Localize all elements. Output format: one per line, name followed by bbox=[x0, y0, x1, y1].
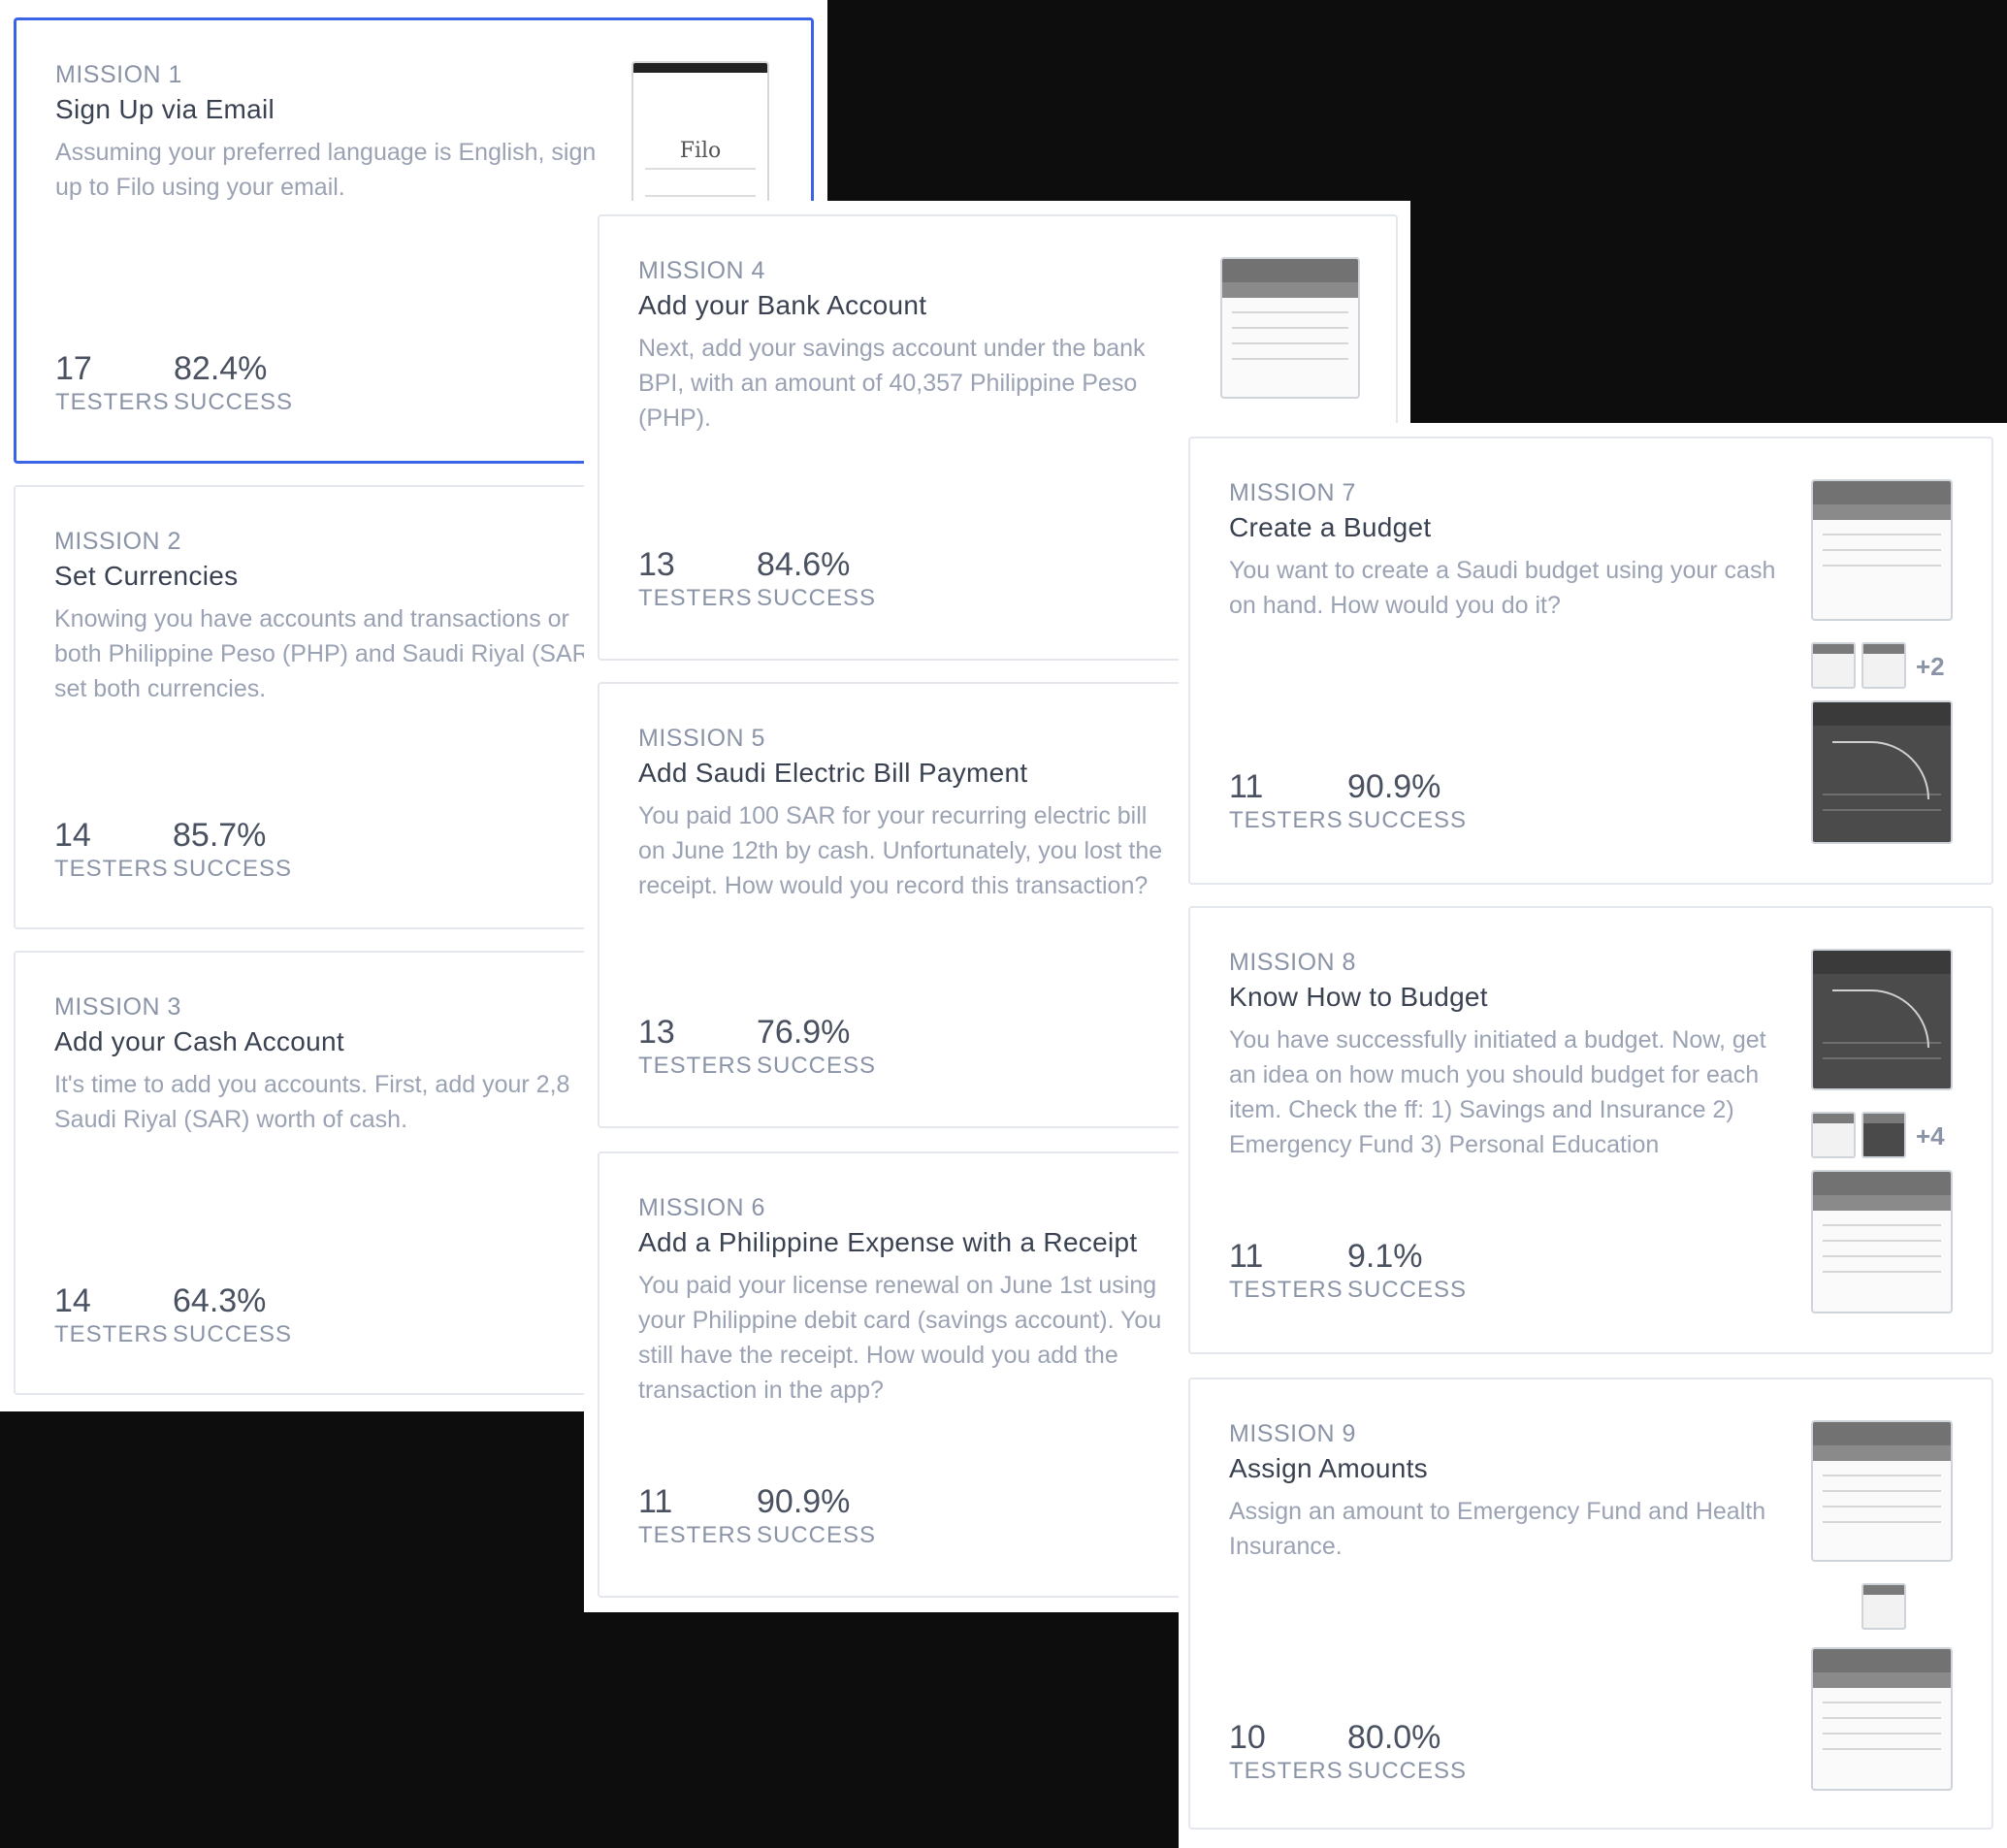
more-screens-count[interactable]: +4 bbox=[1916, 1121, 1945, 1151]
screen-thumbnail-small[interactable] bbox=[1861, 642, 1906, 689]
testers-label: TESTERS bbox=[55, 389, 170, 415]
success-label: SUCCESS bbox=[1347, 1758, 1468, 1784]
mission-label: MISSION 6 bbox=[638, 1194, 765, 1221]
success-rate: 90.9% bbox=[1347, 768, 1441, 805]
mission-description: You have successfully initiated a budget… bbox=[1229, 1026, 1766, 1158]
screen-thumbnail[interactable] bbox=[1811, 1170, 1953, 1313]
mission-label: MISSION 1 bbox=[55, 61, 182, 88]
success-rate: 64.3% bbox=[173, 1282, 267, 1319]
screen-thumbnail[interactable] bbox=[1811, 479, 1953, 621]
mission-title: Assign Amounts bbox=[1229, 1453, 1428, 1483]
mission-title: Add Saudi Electric Bill Payment bbox=[638, 758, 1028, 788]
testers-label: TESTERS bbox=[1229, 1277, 1343, 1303]
testers-count: 10 bbox=[1229, 1719, 1266, 1756]
mission-title: Add your Bank Account bbox=[638, 290, 927, 320]
testers-count: 11 bbox=[638, 1483, 673, 1520]
testers-label: TESTERS bbox=[1229, 1758, 1343, 1784]
mission-title: Add your Cash Account bbox=[54, 1026, 344, 1056]
mission-card-8[interactable]: MISSION 8 Know How to Budget You have su… bbox=[1188, 906, 1993, 1354]
testers-count: 13 bbox=[638, 546, 675, 583]
mission-description: Next, add your savings account under the… bbox=[638, 335, 1146, 432]
testers-count: 11 bbox=[1229, 768, 1264, 805]
screen-thumbnail[interactable] bbox=[1811, 1420, 1953, 1562]
mission-label: MISSION 3 bbox=[54, 993, 181, 1021]
success-label: SUCCESS bbox=[173, 1321, 293, 1347]
testers-label: TESTERS bbox=[638, 1522, 753, 1548]
mission-title: Sign Up via Email bbox=[55, 94, 275, 124]
mission-label: MISSION 5 bbox=[638, 725, 765, 752]
mission-panel-right: MISSION 7 Create a Budget You want to cr… bbox=[1179, 423, 2007, 1848]
success-rate: 80.0% bbox=[1347, 1719, 1441, 1756]
testers-label: TESTERS bbox=[54, 1321, 169, 1347]
screen-thumbnail[interactable]: Filo bbox=[631, 61, 769, 207]
mission-title: Create a Budget bbox=[1229, 512, 1432, 542]
success-label: SUCCESS bbox=[173, 856, 293, 882]
success-rate: 76.9% bbox=[757, 1014, 851, 1051]
app-logo-text: Filo bbox=[679, 139, 722, 163]
testers-count: 14 bbox=[54, 1282, 91, 1319]
success-rate: 85.7% bbox=[173, 817, 267, 854]
mission-label: MISSION 7 bbox=[1229, 479, 1356, 506]
screen-thumbnail-small[interactable] bbox=[1811, 1112, 1856, 1158]
testers-count: 11 bbox=[1229, 1238, 1264, 1275]
screen-thumbnail[interactable] bbox=[1811, 949, 1953, 1090]
success-label: SUCCESS bbox=[174, 389, 294, 415]
mission-label: MISSION 2 bbox=[54, 528, 181, 555]
screen-thumbnail[interactable] bbox=[1811, 700, 1953, 844]
success-label: SUCCESS bbox=[1347, 807, 1468, 833]
success-rate: 9.1% bbox=[1347, 1238, 1423, 1275]
testers-count: 13 bbox=[638, 1014, 675, 1051]
screen-thumbnail-small[interactable] bbox=[1811, 642, 1856, 689]
testers-label: TESTERS bbox=[638, 585, 753, 611]
success-rate: 84.6% bbox=[757, 546, 851, 583]
testers-count: 14 bbox=[54, 817, 91, 854]
mission-title: Know How to Budget bbox=[1229, 982, 1488, 1012]
success-rate: 82.4% bbox=[174, 350, 268, 387]
mission-title: Set Currencies bbox=[54, 561, 239, 591]
testers-label: TESTERS bbox=[638, 1053, 753, 1079]
success-label: SUCCESS bbox=[757, 585, 877, 611]
mission-card-9[interactable]: MISSION 9 Assign Amounts Assign an amoun… bbox=[1188, 1378, 1993, 1830]
success-rate: 90.9% bbox=[757, 1483, 851, 1520]
mission-label: MISSION 4 bbox=[638, 257, 765, 284]
success-label: SUCCESS bbox=[757, 1522, 877, 1548]
testers-label: TESTERS bbox=[1229, 807, 1343, 833]
mission-label: MISSION 9 bbox=[1229, 1420, 1356, 1447]
mission-description: Assign an amount to Emergency Fund and H… bbox=[1229, 1498, 1766, 1560]
mission-description: You want to create a Saudi budget using … bbox=[1229, 557, 1776, 619]
testers-label: TESTERS bbox=[54, 856, 169, 882]
success-label: SUCCESS bbox=[1347, 1277, 1468, 1303]
mission-label: MISSION 8 bbox=[1229, 949, 1356, 976]
more-screens-count[interactable]: +2 bbox=[1916, 652, 1945, 682]
screen-thumbnail-small[interactable] bbox=[1861, 1583, 1906, 1630]
logo-tagline-lines bbox=[645, 168, 756, 197]
screen-thumbnail[interactable] bbox=[1220, 257, 1360, 399]
mission-title: Add a Philippine Expense with a Receipt bbox=[638, 1227, 1138, 1257]
testers-count: 17 bbox=[55, 350, 92, 387]
screen-thumbnail-small[interactable] bbox=[1861, 1112, 1906, 1158]
screen-thumbnail[interactable] bbox=[1811, 1647, 1953, 1791]
mission-description: Assuming your preferred language is Engl… bbox=[55, 139, 597, 201]
mission-card-7[interactable]: MISSION 7 Create a Budget You want to cr… bbox=[1188, 437, 1993, 885]
success-label: SUCCESS bbox=[757, 1053, 877, 1079]
